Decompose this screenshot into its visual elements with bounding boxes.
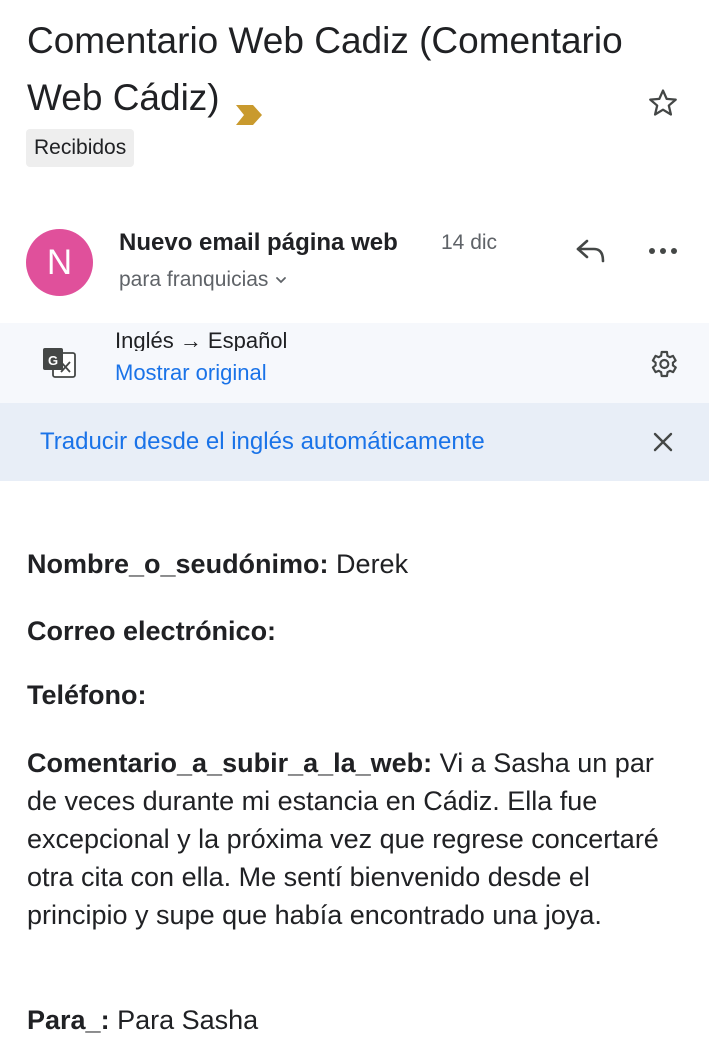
label-chip-inbox[interactable]: Recibidos xyxy=(26,129,135,167)
close-icon xyxy=(653,432,673,452)
translation-bar: G Inglés → Español Mostrar original xyxy=(0,323,709,403)
auto-translate-link[interactable]: Traducir desde el inglés automáticamente xyxy=(40,428,485,456)
sender-name: Nuevo email página web xyxy=(119,229,398,256)
more-horizontal-icon xyxy=(649,248,677,254)
email-subject: Comentario Web Cadiz (Comentario Web Cád… xyxy=(27,12,627,126)
auto-translate-banner: Traducir desde el inglés automáticamente xyxy=(0,403,709,481)
field-label: Correo electrónico: xyxy=(27,616,277,646)
email-view: Comentario Web Cadiz (Comentario Web Cád… xyxy=(0,0,709,1050)
field-value: Para Sasha xyxy=(109,1005,259,1035)
field-label: Para_: xyxy=(27,1005,110,1035)
reply-button[interactable] xyxy=(570,232,612,270)
translation-settings-button[interactable] xyxy=(642,343,684,385)
subject-text: Comentario Web Cadiz (Comentario Web Cád… xyxy=(27,20,623,118)
field-value: Derek xyxy=(328,549,409,579)
dismiss-banner-button[interactable] xyxy=(644,423,682,461)
star-button[interactable] xyxy=(644,84,682,122)
star-outline-icon xyxy=(649,89,677,116)
chevron-down-icon xyxy=(276,277,287,284)
field-label: Comentario_a_subir_a_la_web: xyxy=(27,748,433,778)
more-options-button[interactable] xyxy=(642,232,684,270)
translate-icon: G xyxy=(40,344,78,382)
field-name: Nombre_o_seudónimo: Derek xyxy=(27,545,408,583)
reply-icon xyxy=(576,239,605,263)
field-label: Nombre_o_seudónimo: xyxy=(27,549,329,579)
language-pair: Inglés → Español xyxy=(115,328,288,351)
importance-marker-icon[interactable] xyxy=(234,85,264,126)
recipient-details-toggle[interactable]: para franquicias xyxy=(119,268,288,292)
svg-text:G: G xyxy=(48,353,58,368)
field-phone: Teléfono: xyxy=(27,676,146,714)
field-email: Correo electrónico: xyxy=(27,612,276,650)
email-date: 14 dic xyxy=(441,231,498,254)
subject-header: Comentario Web Cadiz (Comentario Web Cád… xyxy=(27,12,627,126)
field-recipient: Para_: Para Sasha xyxy=(27,1001,258,1039)
show-original-link[interactable]: Mostrar original xyxy=(115,360,267,386)
avatar[interactable]: N xyxy=(26,229,93,296)
recipient-text: para franquicias xyxy=(119,268,269,291)
gear-icon xyxy=(651,350,677,378)
field-label: Teléfono: xyxy=(27,680,147,710)
field-comment: Comentario_a_subir_a_la_web: Vi a Sasha … xyxy=(27,744,687,934)
